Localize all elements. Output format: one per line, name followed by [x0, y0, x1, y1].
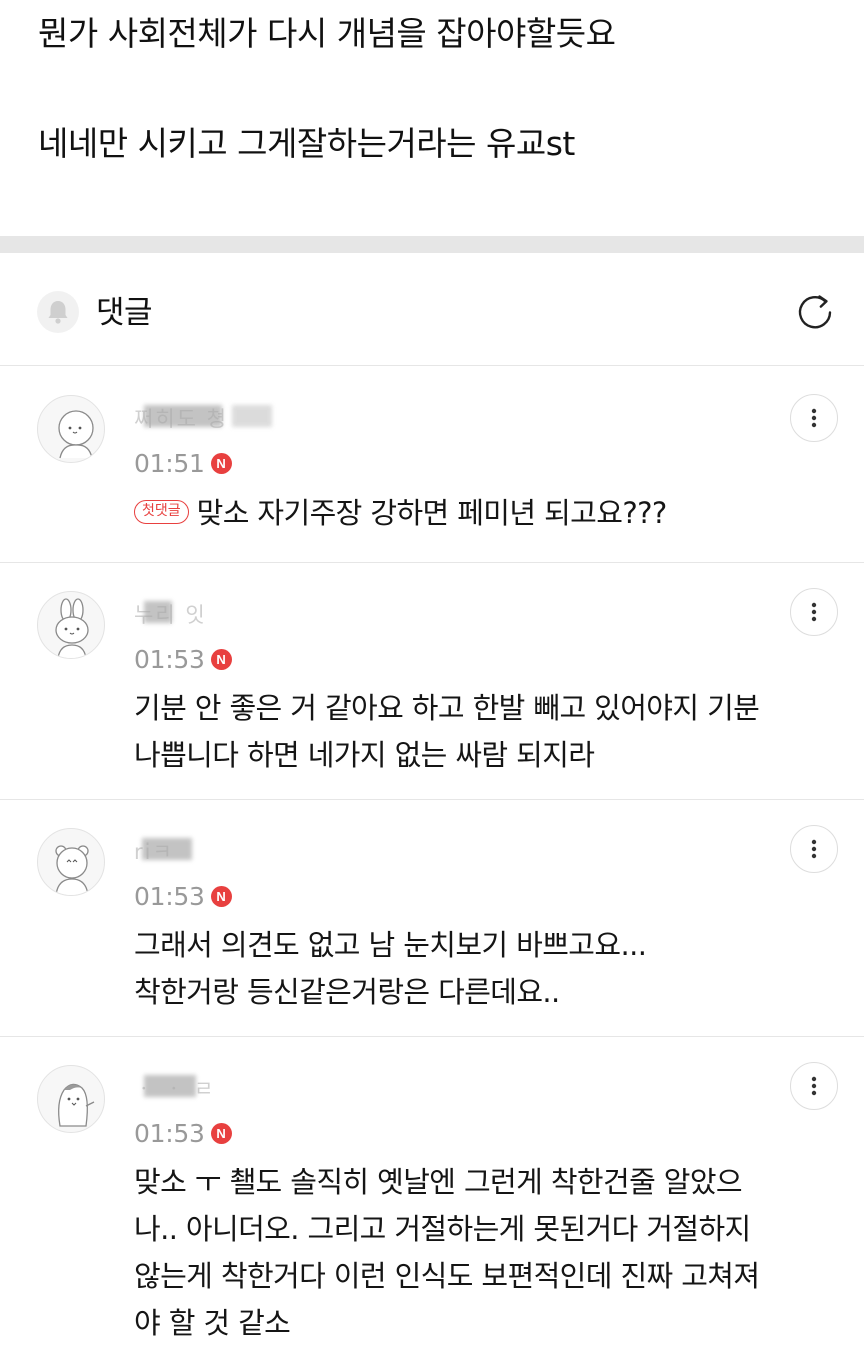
- first-comment-badge: 첫댓글: [134, 500, 189, 524]
- avatar: [37, 395, 105, 463]
- comment-item: riㅋ 01:53 N 그래서 의견도 없고 남 눈치보기 바쁘고요... 착한…: [0, 799, 864, 1037]
- comment-text: 맞소 ㅜ 쵈도 솔직히 옛날엔 그런게 착한건줄 알았으 나.. 아니더오. 그…: [134, 1159, 760, 1347]
- post-line-2: 네네만 시키고 그게잘하는거라는 유교st: [38, 124, 575, 163]
- comments-header: 댓글: [0, 253, 864, 366]
- nickname[interactable]: riㅋ: [134, 836, 192, 868]
- more-options-button[interactable]: [790, 1062, 838, 1110]
- comment-line: 야 할 것 같소: [134, 1306, 291, 1340]
- comment-text: 기분 안 좋은 거 같아요 하고 한발 빼고 있어야지 기분 나쁩니다 하면 네…: [134, 685, 760, 779]
- comment-text: 첫댓글 맞소 자기주장 강하면 페미년 되고요???: [134, 490, 667, 537]
- comment-time: 01:53: [134, 1118, 205, 1148]
- avatar: [37, 1065, 105, 1133]
- comment-meta: 01:51 N: [134, 445, 232, 481]
- comment-time: 01:51: [134, 448, 205, 478]
- comment-line: 기분 안 좋은 거 같아요 하고 한발 빼고 있어야지 기분: [134, 691, 760, 725]
- new-badge: N: [210, 885, 232, 907]
- comment-line: 착한거랑 등신같은거랑은 다른데요..: [134, 975, 560, 1009]
- comment-line: 맞소 ㅜ 쵈도 솔직히 옛날엔 그런게 착한건줄 알았으: [134, 1165, 743, 1199]
- section-divider: [0, 236, 864, 253]
- comment-meta: 01:53 N: [134, 641, 232, 677]
- comment-line: 나쁩니다 하면 네가지 없는 싸람 되지라: [134, 738, 595, 772]
- refresh-button[interactable]: [791, 288, 839, 336]
- new-badge: N: [210, 452, 232, 474]
- post-line-1: 뭔가 사회전체가 다시 개념을 잡아야할듯요: [38, 14, 616, 53]
- nickname[interactable]: 쩌히도 쳥: [134, 403, 272, 435]
- comment-line: 나.. 아니더오. 그리고 거절하는게 못된거다 거절하지: [134, 1212, 751, 1246]
- comment-line: 맞소 자기주장 강하면 페미년 되고요???: [196, 496, 668, 530]
- comment-line: 그래서 의견도 없고 남 눈치보기 바쁘고요...: [134, 928, 647, 962]
- comment-item: 쩌히도 쳥 01:51 N 첫댓글 맞소 자기주장 강하면 페미년 되고요???: [0, 366, 864, 563]
- comment-item: 누리 잇 01:53 N 기분 안 좋은 거 같아요 하고 한발 빼고 있어야지…: [0, 562, 864, 800]
- nickname[interactable]: 누리 잇: [134, 599, 207, 631]
- comment-line: 않는게 착한거다 이런 인식도 보편적인데 진짜 고쳐져: [134, 1259, 760, 1293]
- notification-toggle[interactable]: [37, 291, 79, 333]
- nickname[interactable]: ㆍ ㆍ ㄹ: [134, 1073, 215, 1105]
- comment-meta: 01:53 N: [134, 1115, 232, 1151]
- avatar: [37, 591, 105, 659]
- more-options-button[interactable]: [790, 394, 838, 442]
- more-options-button[interactable]: [790, 588, 838, 636]
- comment-meta: 01:53 N: [134, 878, 232, 914]
- comment-time: 01:53: [134, 881, 205, 911]
- new-badge: N: [210, 1122, 232, 1144]
- comment-time: 01:53: [134, 644, 205, 674]
- comments-title: 댓글: [96, 295, 153, 331]
- more-options-button[interactable]: [790, 825, 838, 873]
- refresh-icon: [791, 295, 839, 340]
- comment-item: ㆍ ㆍ ㄹ 01:53 N 맞소 ㅜ 쵈도 솔직히 옛날엔 그런게 착한건줄 알…: [0, 1036, 864, 1355]
- comment-text: 그래서 의견도 없고 남 눈치보기 바쁘고요... 착한거랑 등신같은거랑은 다…: [134, 922, 647, 1016]
- new-badge: N: [210, 648, 232, 670]
- avatar: [37, 828, 105, 896]
